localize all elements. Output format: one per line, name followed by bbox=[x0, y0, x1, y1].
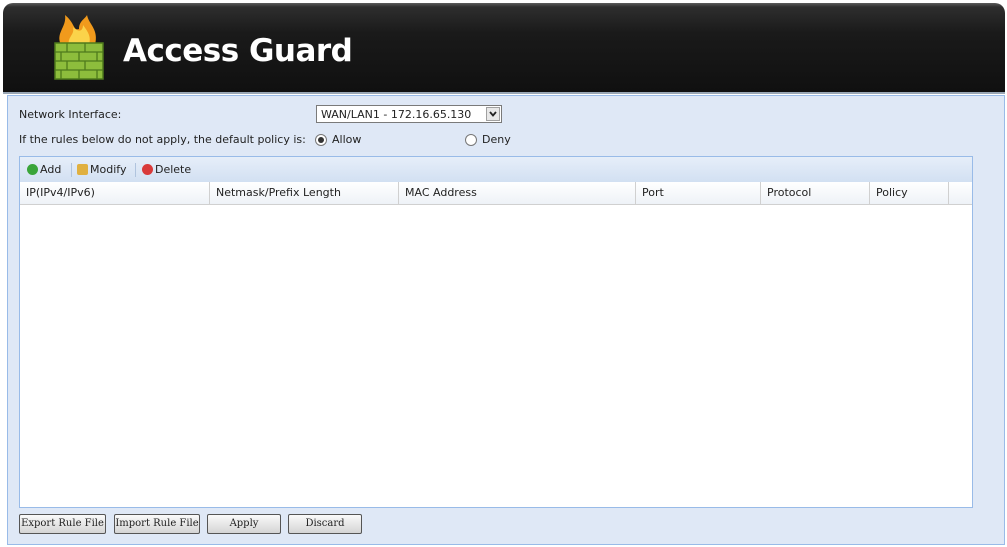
access-guard-panel: Network Interface: WAN/LAN1 - 172.16.65.… bbox=[7, 95, 1005, 545]
chevron-down-icon[interactable] bbox=[486, 107, 500, 121]
deny-radio[interactable] bbox=[465, 134, 477, 146]
grid-column-header: IP(IPv4/IPv6) Netmask/Prefix Length MAC … bbox=[20, 182, 972, 205]
delete-button[interactable]: Delete bbox=[142, 163, 191, 176]
discard-button[interactable]: Discard bbox=[288, 514, 362, 534]
add-button[interactable]: Add bbox=[27, 163, 61, 176]
network-interface-label: Network Interface: bbox=[19, 108, 122, 121]
column-mac-address[interactable]: MAC Address bbox=[399, 182, 636, 204]
rules-grid: Add Modify Delete IP(IPv4/IPv6) Netmask/… bbox=[19, 156, 973, 508]
export-rule-file-button[interactable]: Export Rule File bbox=[19, 514, 106, 534]
column-port[interactable]: Port bbox=[636, 182, 761, 204]
default-policy-label: If the rules below do not apply, the def… bbox=[19, 133, 306, 146]
grid-body bbox=[20, 205, 972, 507]
grid-toolbar: Add Modify Delete bbox=[20, 157, 972, 183]
apply-button[interactable]: Apply bbox=[207, 514, 281, 534]
column-policy[interactable]: Policy bbox=[870, 182, 949, 204]
import-rule-file-button[interactable]: Import Rule File bbox=[114, 514, 200, 534]
delete-label: Delete bbox=[155, 163, 192, 176]
column-spacer bbox=[949, 182, 972, 204]
allow-label: Allow bbox=[332, 133, 362, 146]
delete-icon bbox=[142, 164, 153, 175]
column-ip[interactable]: IP(IPv4/IPv6) bbox=[20, 182, 210, 204]
modify-icon bbox=[77, 164, 88, 175]
page-header: Access Guard bbox=[3, 3, 1005, 94]
modify-button[interactable]: Modify bbox=[77, 163, 126, 176]
column-protocol[interactable]: Protocol bbox=[761, 182, 870, 204]
toolbar-divider bbox=[71, 163, 72, 177]
network-interface-select[interactable]: WAN/LAN1 - 172.16.65.130 bbox=[316, 105, 502, 123]
toolbar-divider bbox=[135, 163, 136, 177]
network-interface-value: WAN/LAN1 - 172.16.65.130 bbox=[321, 108, 472, 121]
add-label: Add bbox=[40, 163, 62, 176]
modify-label: Modify bbox=[90, 163, 127, 176]
firewall-icon bbox=[54, 15, 104, 80]
page-title: Access Guard bbox=[123, 33, 353, 69]
add-icon bbox=[27, 164, 38, 175]
deny-label: Deny bbox=[482, 133, 511, 146]
column-netmask[interactable]: Netmask/Prefix Length bbox=[210, 182, 399, 204]
allow-radio[interactable] bbox=[315, 134, 327, 146]
